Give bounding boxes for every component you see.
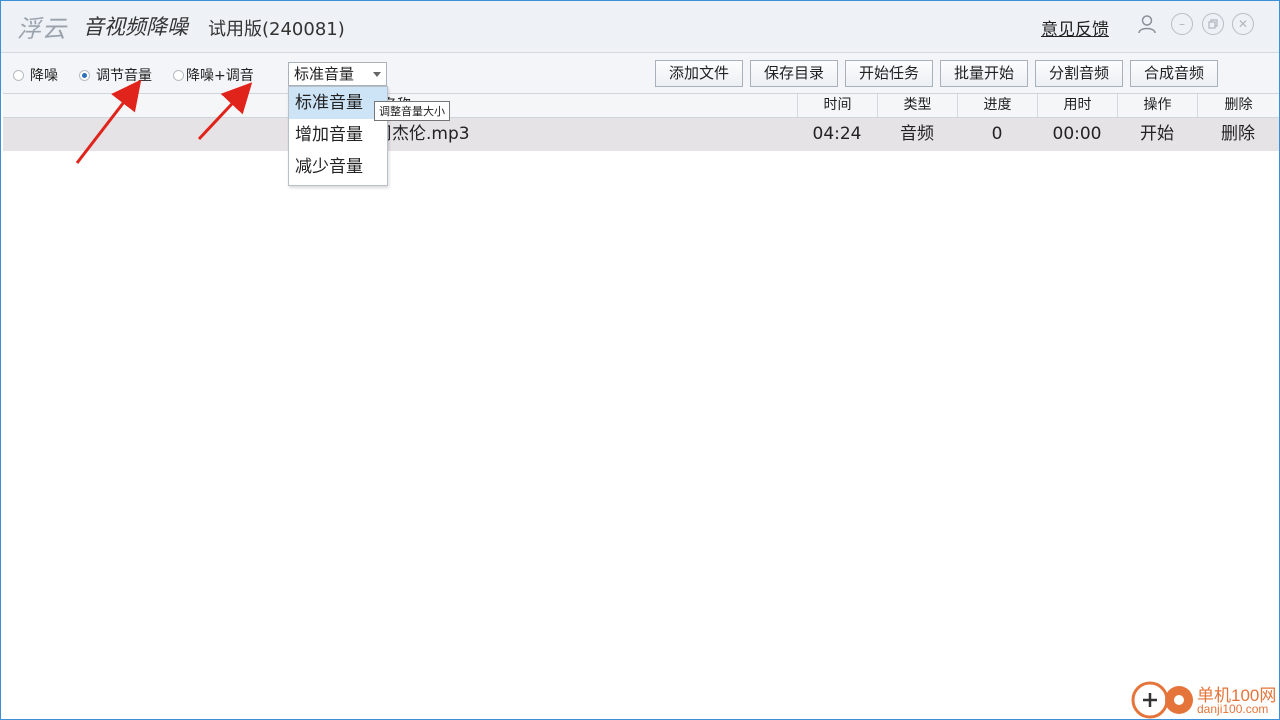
col-header-action[interactable]: 操作 — [1117, 94, 1197, 117]
table-header: 名称 时间 类型 进度 用时 操作 删除 — [3, 93, 1279, 118]
chevron-down-icon — [373, 72, 381, 77]
app-name: 音视频降噪 — [83, 15, 188, 39]
volume-dropdown-list: 标准音量 增加音量 减少音量 — [288, 86, 388, 186]
cell-time: 04:24 — [812, 124, 862, 144]
batch-start-button[interactable]: 批量开始 — [940, 60, 1028, 87]
version-label: 试用版(240081) — [208, 19, 345, 40]
close-icon[interactable]: ✕ — [1232, 13, 1254, 35]
cell-type: 音频 — [900, 124, 934, 144]
volume-select[interactable]: 标准音量 — [288, 62, 387, 86]
dropdown-option-increase[interactable]: 增加音量 — [289, 119, 387, 151]
table-row[interactable]: 周杰伦.mp3 04:24 音频 0 00:00 开始 删除 — [3, 118, 1279, 151]
split-audio-button[interactable]: 分割音频 — [1035, 60, 1123, 87]
watermark: 单机100网 danji100.com — [1131, 677, 1280, 720]
file-table: 名称 时间 类型 进度 用时 操作 删除 周杰伦.mp3 04:24 音频 0 … — [3, 93, 1279, 719]
start-task-button[interactable]: 开始任务 — [845, 60, 933, 87]
radio-icon — [173, 69, 184, 81]
col-header-elapsed[interactable]: 用时 — [1037, 94, 1117, 117]
volume-select-value: 标准音量 — [294, 65, 355, 83]
radio-checked-icon — [79, 69, 90, 81]
app-window: 浮云 音视频降噪 试用版(240081) 意见反馈 – ✕ 降噪 调节音量 降噪… — [0, 0, 1280, 720]
restore-icon[interactable] — [1202, 13, 1224, 35]
tooltip: 调整音量大小 — [374, 101, 450, 121]
mode-label: 调节音量 — [96, 68, 152, 84]
watermark-logo-icon — [1131, 681, 1193, 719]
dropdown-option-standard[interactable]: 标准音量 — [289, 87, 387, 119]
watermark-line2: danji100.com — [1197, 702, 1269, 716]
cell-progress: 0 — [991, 124, 1003, 144]
col-header-progress[interactable]: 进度 — [957, 94, 1037, 117]
mode-radio-denoise-volume[interactable]: 降噪+调音 — [173, 65, 254, 85]
col-header-type[interactable]: 类型 — [877, 94, 957, 117]
mode-label: 降噪+调音 — [186, 68, 254, 84]
col-header-delete[interactable]: 删除 — [1197, 94, 1279, 117]
mode-radio-denoise[interactable]: 降噪 — [13, 65, 58, 85]
save-dir-button[interactable]: 保存目录 — [750, 60, 838, 87]
add-file-button[interactable]: 添加文件 — [655, 60, 743, 87]
dropdown-option-decrease[interactable]: 减少音量 — [289, 151, 387, 183]
delete-row-button[interactable]: 删除 — [1197, 118, 1279, 151]
merge-audio-button[interactable]: 合成音频 — [1130, 60, 1218, 87]
user-icon[interactable] — [1136, 13, 1158, 35]
title-bar: 浮云 音视频降噪 试用版(240081) 意见反馈 – ✕ — [1, 1, 1279, 53]
radio-icon — [13, 69, 24, 81]
app-logo: 浮云 — [17, 15, 67, 43]
mode-label: 降噪 — [30, 68, 58, 84]
mode-radio-volume[interactable]: 调节音量 — [79, 65, 152, 85]
start-row-button[interactable]: 开始 — [1117, 118, 1197, 151]
col-header-time[interactable]: 时间 — [797, 94, 877, 117]
cell-name: 周杰伦.mp3 — [375, 124, 470, 144]
toolbar: 降噪 调节音量 降噪+调音 标准音量 添加文件 保存目录 开始任务 批量开始 分… — [1, 53, 1279, 93]
feedback-link[interactable]: 意见反馈 — [1041, 15, 1109, 40]
minimize-icon[interactable]: – — [1171, 13, 1193, 35]
cell-elapsed: 00:00 — [1052, 124, 1102, 144]
